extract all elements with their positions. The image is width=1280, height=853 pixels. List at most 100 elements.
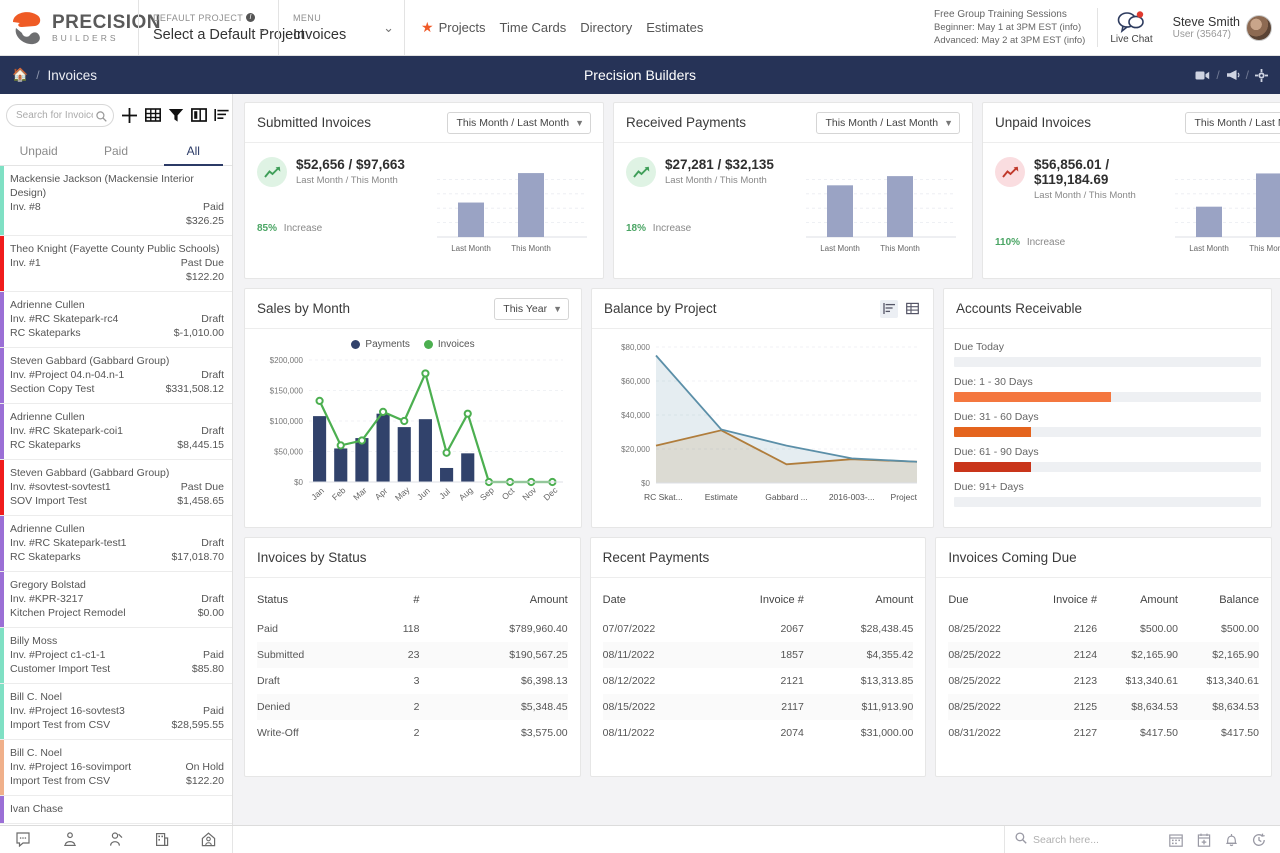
- calendar-add-icon[interactable]: [1197, 833, 1211, 847]
- table-row[interactable]: 08/25/2022 2126 $500.00 $500.00: [948, 616, 1259, 642]
- invoice-list-item[interactable]: Mackensie Jackson (Mackensie Interior De…: [0, 166, 232, 236]
- table-row[interactable]: Paid 118 $789,960.40: [257, 616, 568, 642]
- year-dropdown[interactable]: This Year ▼: [494, 297, 569, 320]
- gear-icon[interactable]: [1255, 68, 1268, 82]
- period-dropdown-received[interactable]: This Month / Last Month ▼: [816, 111, 960, 134]
- chart-view-icon[interactable]: [880, 299, 898, 318]
- table-row[interactable]: 08/25/2022 2123 $13,340.61 $13,340.61: [948, 668, 1259, 694]
- ar-bucket-row[interactable]: Due Today: [954, 341, 1261, 367]
- ar-bucket-row[interactable]: Due: 1 - 30 Days: [954, 376, 1261, 402]
- invoice-amount: $8,445.15: [177, 439, 224, 451]
- balance-chart-svg: $0 $20,000 $40,000 $60,000 $80,000 RC Skat...…: [621, 343, 918, 502]
- table-row[interactable]: 08/25/2022 2125 $8,634.53 $8,634.53: [948, 694, 1259, 720]
- nav-estimates[interactable]: Estimates: [646, 20, 703, 35]
- building-icon[interactable]: [139, 832, 185, 847]
- table-row[interactable]: 08/15/2022 2117 $11,913.90: [602, 694, 914, 720]
- recent-payments-table: Date Invoice # Amount 07/07/2022 2067 $28,438…: [602, 586, 914, 746]
- invoice-number: Inv. #Project c1-c1-1: [10, 649, 106, 661]
- user-menu[interactable]: Steve Smith User (35647): [1165, 14, 1272, 41]
- history-icon[interactable]: [1252, 832, 1266, 847]
- invoice-list-item[interactable]: Adrienne Cullen Inv. #RC Skatepark-test1 D…: [0, 516, 232, 572]
- table-row[interactable]: 08/11/2022 1857 $4,355.42: [602, 642, 914, 668]
- invoice-status: Past Due: [180, 481, 224, 493]
- invoices-coming-due-table: Due Invoice # Amount Balance 08/25/2022 2126 $…: [948, 586, 1259, 746]
- person-badge-icon[interactable]: [46, 832, 92, 847]
- table-row[interactable]: 08/31/2022 2127 $417.50 $417.50: [948, 720, 1259, 746]
- default-project-selector[interactable]: DEFAULT PROJECT i Select a Default Projec…: [138, 0, 305, 55]
- taskbar: Search here...: [0, 825, 1280, 853]
- columns-icon[interactable]: [191, 107, 207, 123]
- invoice-customer: Adrienne Cullen: [10, 299, 85, 311]
- invoice-list-item[interactable]: Ivan Chase: [0, 796, 232, 824]
- table-row[interactable]: 08/25/2022 2124 $2,165.90 $2,165.90: [948, 642, 1259, 668]
- table-row[interactable]: Denied 2 $5,348.45: [257, 694, 568, 720]
- legend-item-invoices[interactable]: Invoices: [423, 339, 475, 350]
- invoice-status: Paid: [202, 649, 224, 661]
- table-row[interactable]: 08/11/2022 2074 $31,000.00: [603, 720, 914, 746]
- table-row[interactable]: 08/12/2022 2121 $13,313.85: [603, 668, 914, 694]
- svg-text:Gabbard ...: Gabbard ...: [765, 492, 808, 502]
- ar-bucket-row[interactable]: Due: 61 - 90 Days: [954, 446, 1261, 472]
- svg-text:Last Month: Last Month: [451, 244, 491, 253]
- avatar[interactable]: [1246, 14, 1272, 41]
- tab-all[interactable]: All: [155, 136, 232, 166]
- period-dropdown-unpaid[interactable]: This Month / Last Month▼: [1185, 111, 1280, 134]
- filter-icon[interactable]: [168, 107, 184, 123]
- ar-bucket-row[interactable]: Due: 91+ Days: [954, 481, 1261, 507]
- live-chat-button[interactable]: Live Chat: [1098, 10, 1164, 45]
- menu-selector[interactable]: MENU Invoices ⌄: [278, 0, 404, 55]
- default-project-label: DEFAULT PROJECT: [153, 12, 244, 23]
- bell-icon[interactable]: [1225, 833, 1238, 847]
- invoice-list-item[interactable]: Theo Knight (Fayette County Public Schoo…: [0, 236, 232, 292]
- period-dropdown-submitted[interactable]: This Month / Last Month ▼: [447, 111, 591, 134]
- table-row[interactable]: Write-Off 2 $3,575.00: [257, 720, 568, 746]
- table-view-icon[interactable]: [903, 300, 921, 318]
- breadcrumb-actions: / /: [1195, 68, 1268, 82]
- invoice-list-item[interactable]: Steven Gabbard (Gabbard Group) Inv. #Proj…: [0, 348, 232, 404]
- invoice-list-item[interactable]: Adrienne Cullen Inv. #RC Skatepark-rc4 Dra…: [0, 292, 232, 348]
- add-icon[interactable]: [121, 107, 138, 124]
- legend-swatch: [351, 340, 361, 349]
- nav-projects[interactable]: Projects: [439, 20, 486, 35]
- kpi-trend-word: Increase: [1026, 237, 1066, 248]
- table-cell: Write-Off: [257, 727, 299, 739]
- calendar-icon[interactable]: [1169, 833, 1183, 847]
- kpi-chart-svg: Last Month This Month: [437, 173, 587, 253]
- invoice-list-item[interactable]: Bill C. Noel Inv. #Project 16-sovtest3 Pai…: [0, 684, 232, 740]
- tab-paid[interactable]: Paid: [77, 136, 154, 165]
- tab-unpaid[interactable]: Unpaid: [0, 136, 77, 165]
- table-cell: 08/25/2022: [948, 649, 1001, 661]
- table-cell: $2,165.90: [1131, 649, 1178, 661]
- nav-time-cards[interactable]: Time Cards: [500, 20, 567, 35]
- invoice-list[interactable]: Mackensie Jackson (Mackensie Interior De…: [0, 166, 232, 825]
- svg-text:$100,000: $100,000: [270, 417, 304, 426]
- kpi-row: Submitted Invoices This Month / Last Mon…: [244, 102, 1280, 279]
- invoice-list-item[interactable]: Bill C. Noel Inv. #Project 16-sovimport On…: [0, 740, 232, 796]
- legend-swatch: [423, 340, 433, 349]
- home-person-icon[interactable]: [186, 832, 232, 847]
- legend-item-payments[interactable]: Payments: [351, 339, 410, 350]
- home-icon[interactable]: 🏠: [12, 67, 28, 83]
- info-icon[interactable]: i: [246, 13, 256, 22]
- table-row[interactable]: Submitted 23 $190,567.25: [257, 642, 568, 668]
- promo-line-3[interactable]: Advanced: May 2 at 3PM EST (info): [934, 34, 1085, 47]
- brand-logo[interactable]: PRECISION BUILDERS: [0, 0, 161, 55]
- contact-icon[interactable]: [93, 832, 139, 847]
- video-icon[interactable]: [1195, 70, 1210, 81]
- invoice-list-item[interactable]: Steven Gabbard (Gabbard Group) Inv. #sovt…: [0, 460, 232, 516]
- table-row[interactable]: 07/07/2022 2067 $28,438.45: [603, 616, 914, 642]
- nav-directory[interactable]: Directory: [580, 20, 632, 35]
- grid-icon[interactable]: [145, 107, 161, 123]
- invoice-list-item[interactable]: Billy Moss Inv. #Project c1-c1-1 Paid Custo…: [0, 628, 232, 684]
- svg-text:Estimate: Estimate: [705, 492, 738, 502]
- megaphone-icon[interactable]: [1226, 69, 1240, 81]
- table-row[interactable]: Draft 3 $6,398.13: [257, 668, 568, 694]
- promo-line-2[interactable]: Beginner: May 1 at 3PM EST (info): [934, 21, 1085, 34]
- taskbar-search[interactable]: Search here...: [1004, 826, 1159, 853]
- message-icon[interactable]: [0, 832, 46, 847]
- ar-bucket-row[interactable]: Due: 31 - 60 Days: [954, 411, 1261, 437]
- sort-icon[interactable]: [214, 107, 230, 123]
- invoice-list-item[interactable]: Gregory Bolstad Inv. #KPR-3217 Draft Kitche…: [0, 572, 232, 628]
- dropdown-value: This Month / Last Month: [456, 116, 570, 129]
- invoice-list-item[interactable]: Adrienne Cullen Inv. #RC Skatepark-coi1 Dr…: [0, 404, 232, 460]
